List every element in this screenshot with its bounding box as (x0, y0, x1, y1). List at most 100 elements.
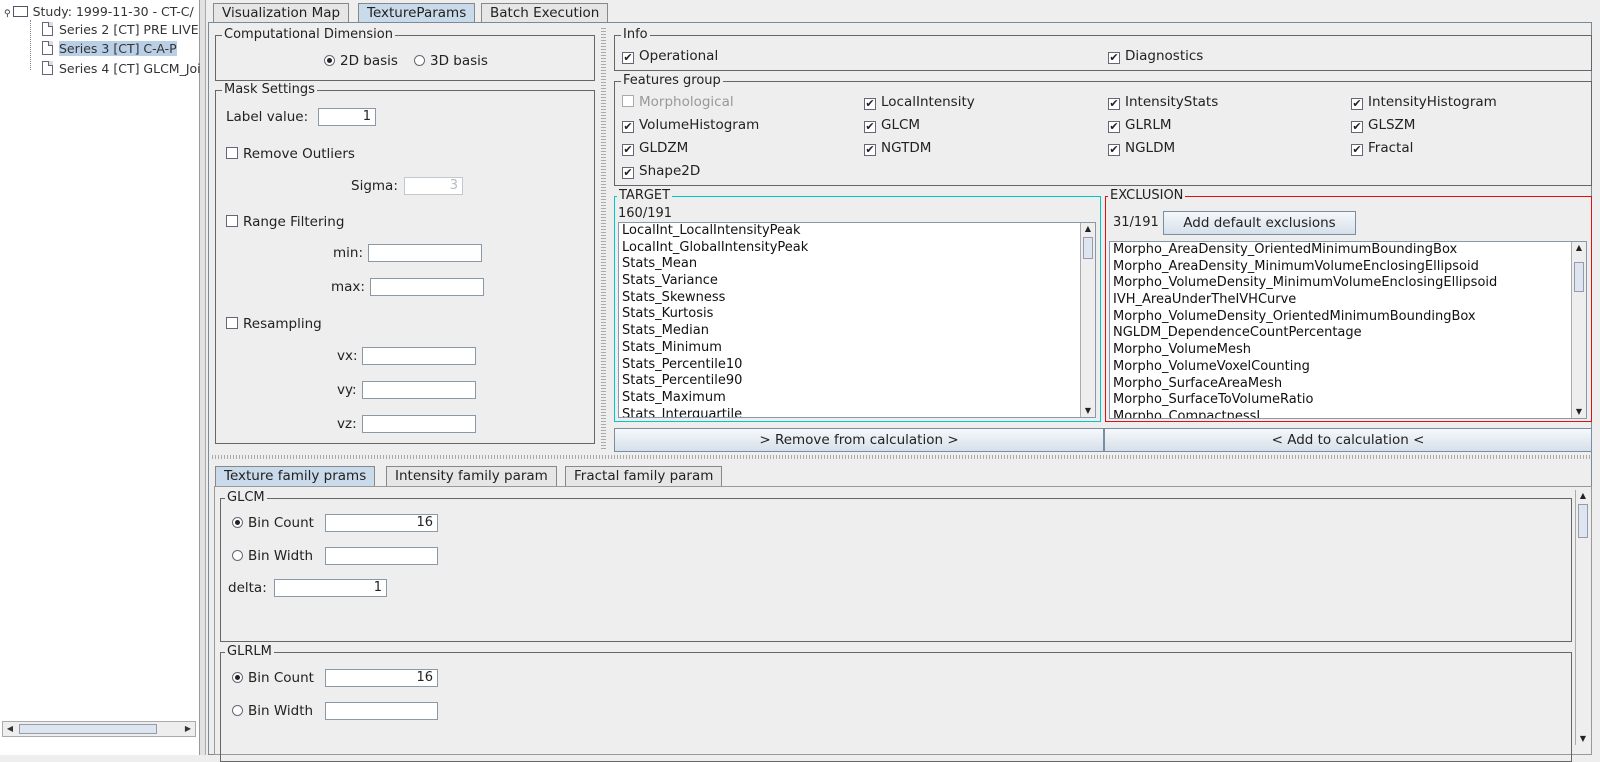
target-vertical-scrollbar[interactable]: ▲ ▼ (1080, 223, 1095, 417)
glrlm-bin-count-radio[interactable]: Bin Count (232, 670, 314, 686)
scroll-down-arrow-icon[interactable]: ▼ (1572, 406, 1586, 418)
checkbox-checked-icon[interactable]: ✔ (1108, 121, 1120, 133)
max-input[interactable] (370, 278, 484, 296)
checkbox-icon[interactable] (622, 95, 634, 107)
study-tree[interactable]: ⚲ Study: 1999-11-30 - CT-C/ Series 2 [CT]… (0, 0, 201, 755)
remove-outliers-checkbox[interactable]: Remove Outliers (226, 146, 355, 162)
vx-input[interactable] (362, 347, 476, 365)
feature-checkbox-glrlm[interactable]: ✔ GLRLM (1108, 117, 1172, 133)
checkbox-checked-icon[interactable]: ✔ (1108, 144, 1120, 156)
operational-checkbox[interactable]: ✔ Operational (622, 48, 718, 64)
feature-checkbox-fractal[interactable]: ✔ Fractal (1351, 140, 1413, 156)
list-item[interactable]: Stats_Variance (619, 273, 1095, 290)
scroll-down-arrow-icon[interactable]: ▼ (1576, 733, 1590, 745)
feature-checkbox-intensitystats[interactable]: ✔ IntensityStats (1108, 94, 1218, 110)
sigma-input[interactable]: 3 (404, 177, 463, 195)
glcm-bin-width-input[interactable] (325, 547, 438, 565)
tab-visualization-map[interactable]: Visualization Map (213, 3, 350, 23)
list-item[interactable]: Morpho_SurfaceToVolumeRatio (1110, 392, 1586, 409)
list-item[interactable]: LocalInt_LocalIntensityPeak (619, 223, 1095, 240)
range-filtering-checkbox[interactable]: Range Filtering (226, 214, 344, 230)
checkbox-checked-icon[interactable]: ✔ (622, 144, 634, 156)
tree-study-node[interactable]: ⚲ Study: 1999-11-30 - CT-C/ (4, 3, 194, 21)
add-default-exclusions-button[interactable]: Add default exclusions (1163, 211, 1356, 235)
list-item[interactable]: LocalInt_GlobalIntensityPeak (619, 240, 1095, 257)
radio-icon[interactable] (232, 705, 243, 716)
tree-horizontal-scrollbar[interactable]: ◀ ▶ (2, 721, 196, 737)
feature-checkbox-gldzm[interactable]: ✔ GLDZM (622, 140, 688, 156)
glcm-bin-count-input[interactable]: 16 (325, 514, 438, 532)
radio-selected-icon[interactable] (232, 672, 243, 683)
checkbox-checked-icon[interactable]: ✔ (622, 121, 634, 133)
glrlm-bin-width-radio[interactable]: Bin Width (232, 703, 313, 719)
texture-family-vertical-scrollbar[interactable]: ▲ ▼ (1575, 490, 1590, 745)
checkbox-checked-icon[interactable]: ✔ (622, 167, 634, 179)
checkbox-icon[interactable] (226, 147, 238, 159)
list-item[interactable]: Morpho_AreaDensity_OrientedMinimumBoundi… (1110, 242, 1586, 259)
panel-split-divider[interactable] (601, 28, 606, 450)
feature-checkbox-glszm[interactable]: ✔ GLSZM (1351, 117, 1415, 133)
checkbox-checked-icon[interactable]: ✔ (1351, 121, 1363, 133)
list-item[interactable]: Stats_Interquartile (619, 407, 1095, 417)
exclusion-vertical-scrollbar[interactable]: ▲ ▼ (1571, 242, 1586, 418)
scroll-thumb[interactable] (1578, 504, 1588, 538)
glrlm-bin-count-input[interactable]: 16 (325, 669, 438, 687)
checkbox-icon[interactable] (226, 317, 238, 329)
checkbox-checked-icon[interactable]: ✔ (622, 52, 634, 64)
checkbox-checked-icon[interactable]: ✔ (864, 144, 876, 156)
list-item[interactable]: Stats_Percentile10 (619, 357, 1095, 374)
checkbox-checked-icon[interactable]: ✔ (864, 121, 876, 133)
checkbox-checked-icon[interactable]: ✔ (1108, 52, 1120, 64)
tab-texture-family-prams[interactable]: Texture family prams (215, 466, 376, 486)
feature-checkbox-shape2d[interactable]: ✔ Shape2D (622, 163, 700, 179)
radio-selected-icon[interactable] (232, 517, 243, 528)
tree-series-node[interactable]: Series 4 [CT] GLCM_Joi (42, 60, 201, 78)
list-item[interactable]: Morpho_VolumeVoxelCounting (1110, 359, 1586, 376)
scroll-thumb[interactable] (1083, 237, 1093, 259)
scroll-down-arrow-icon[interactable]: ▼ (1081, 405, 1095, 417)
checkbox-checked-icon[interactable]: ✔ (864, 98, 876, 110)
glcm-delta-input[interactable]: 1 (274, 579, 387, 597)
feature-checkbox-ngldm[interactable]: ✔ NGLDM (1108, 140, 1175, 156)
tab-intensity-family-param[interactable]: Intensity family param (386, 466, 557, 486)
list-item[interactable]: Stats_Percentile90 (619, 373, 1095, 390)
list-item[interactable]: Stats_Mean (619, 256, 1095, 273)
split-pane-divider[interactable] (200, 0, 206, 755)
radio-icon[interactable] (414, 55, 425, 66)
list-item[interactable]: Stats_Median (619, 323, 1095, 340)
exclusion-list[interactable]: Morpho_AreaDensity_OrientedMinimumBoundi… (1109, 241, 1587, 419)
checkbox-checked-icon[interactable]: ✔ (1351, 98, 1363, 110)
list-item[interactable]: Morpho_VolumeDensity_MinimumVolumeEnclos… (1110, 275, 1586, 292)
list-item[interactable]: Stats_Skewness (619, 290, 1095, 307)
tree-handle-icon[interactable]: ⚲ (4, 9, 11, 19)
list-item[interactable]: Stats_Kurtosis (619, 306, 1095, 323)
vz-input[interactable] (362, 415, 476, 433)
list-item[interactable]: Morpho_VolumeMesh (1110, 342, 1586, 359)
scroll-thumb[interactable] (19, 724, 157, 734)
glrlm-bin-width-input[interactable] (325, 702, 438, 720)
feature-checkbox-volumehistogram[interactable]: ✔ VolumeHistogram (622, 117, 759, 133)
checkbox-icon[interactable] (226, 215, 238, 227)
list-item[interactable]: Stats_Minimum (619, 340, 1095, 357)
scroll-left-arrow-icon[interactable]: ◀ (3, 722, 17, 736)
radio-selected-icon[interactable] (324, 55, 335, 66)
list-item[interactable]: IVH_AreaUnderTheIVHCurve (1110, 292, 1586, 309)
scroll-up-arrow-icon[interactable]: ▲ (1572, 242, 1586, 254)
add-to-calculation-button[interactable]: < Add to calculation < (1104, 428, 1592, 452)
remove-from-calculation-button[interactable]: > Remove from calculation > (614, 428, 1104, 452)
scroll-thumb[interactable] (1574, 262, 1584, 292)
scroll-up-arrow-icon[interactable]: ▲ (1081, 223, 1095, 235)
feature-checkbox-localintensity[interactable]: ✔ LocalIntensity (864, 94, 975, 110)
radio-3d-basis[interactable]: 3D basis (414, 53, 488, 69)
tree-series-node-selected[interactable]: Series 3 [CT] C-A-P (42, 40, 177, 58)
diagnostics-checkbox[interactable]: ✔ Diagnostics (1108, 48, 1203, 64)
list-item[interactable]: Morpho_VolumeDensity_OrientedMinimumBoun… (1110, 309, 1586, 326)
resampling-checkbox[interactable]: Resampling (226, 316, 322, 332)
scroll-up-arrow-icon[interactable]: ▲ (1576, 490, 1590, 502)
feature-checkbox-glcm[interactable]: ✔ GLCM (864, 117, 920, 133)
list-item[interactable]: Morpho_CompactnessI (1110, 409, 1586, 418)
label-value-input[interactable]: 1 (318, 108, 376, 126)
scroll-right-arrow-icon[interactable]: ▶ (181, 722, 195, 736)
radio-icon[interactable] (232, 550, 243, 561)
target-list[interactable]: LocalInt_LocalIntensityPeak LocalInt_Glob… (618, 222, 1096, 418)
